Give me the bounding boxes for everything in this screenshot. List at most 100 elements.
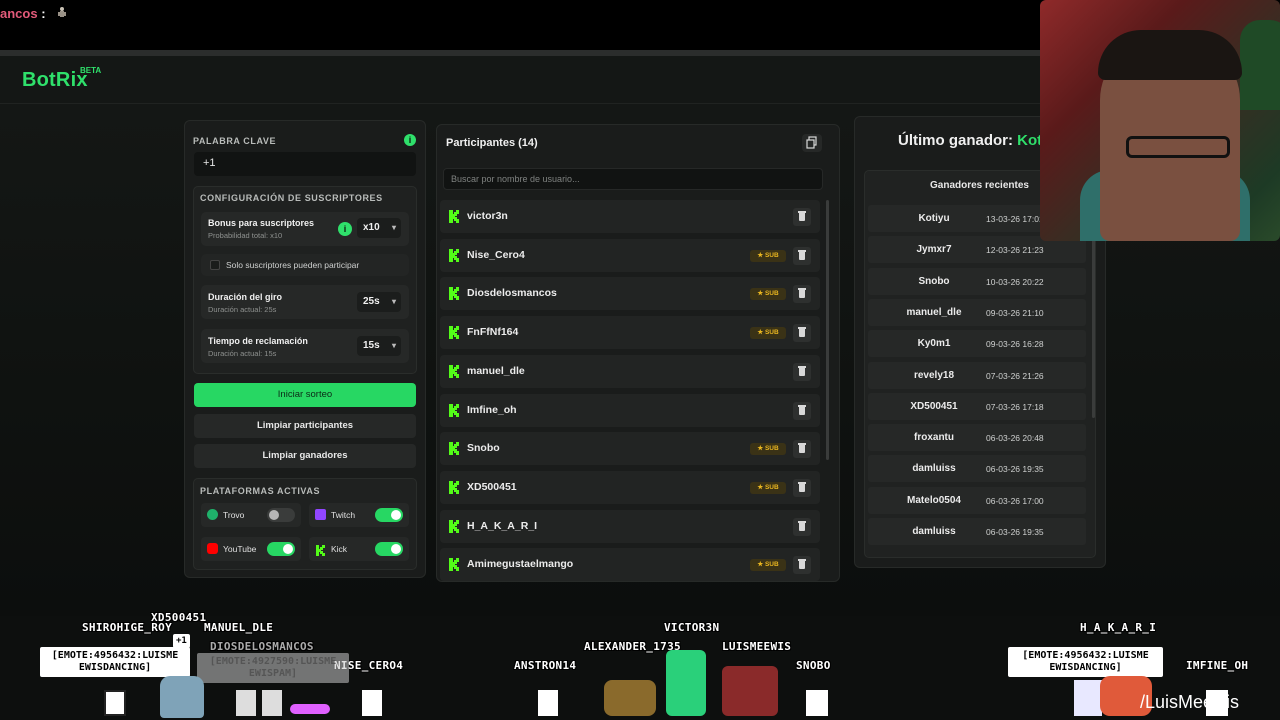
avatar-sprite [666,650,706,716]
participant-row[interactable]: victor3n [440,200,820,233]
trash-icon[interactable] [793,246,811,265]
avatar-sprite [262,690,282,716]
winner-row: damluiss 06-03-26 19:35 [868,518,1086,545]
winner-date: 12-03-26 21:23 [986,245,1044,256]
keyword-info-icon[interactable]: i [404,134,416,146]
chevron-down-icon: ▾ [391,223,396,232]
winner-name: manuel_dle [906,306,962,318]
winner-name: Matelo0504 [907,494,961,506]
winner-name: Kotiyu [918,213,950,224]
trash-icon[interactable] [793,324,811,343]
botrix-logo[interactable]: BotRix [22,69,88,92]
participant-row[interactable]: H_A_K_A_R_I [440,509,820,543]
participant-username: XD500451 [467,480,517,493]
winner-name: Snobo [918,275,950,287]
platform-kick: Kick [309,537,409,561]
overlay-name: ANSTRON14 [514,659,577,672]
kick-icon [315,543,326,556]
kick-icon [449,519,459,533]
claim-select[interactable]: 15s ▾ [357,336,401,356]
plus-one-bubble: +1 [173,634,190,648]
only-subs-label: Solo suscriptores pueden participar [226,260,360,270]
kick-icon [449,326,459,340]
avatar-sprite [362,690,382,716]
winner-row: revely18 07-03-26 21:26 [868,361,1086,389]
trash-icon[interactable] [793,208,811,226]
kick-icon [449,442,459,456]
claim-title: Tiempo de reclamación [208,336,308,346]
last-winner-name: Kot [1017,132,1043,149]
kick-icon [449,364,459,378]
kick-icon [449,210,459,223]
bonus-info-icon[interactable]: i [338,222,352,236]
winner-name: Jymxr7 [916,244,952,256]
platform-kick-label: Kick [331,544,348,554]
kick-toggle[interactable] [375,542,403,556]
twitch-icon [315,509,326,520]
bonus-title: Bonus para suscriptores [208,218,315,228]
spin-select[interactable]: 25s ▾ [357,292,401,312]
youtube-toggle[interactable] [267,542,295,556]
participants-scrollbar[interactable] [826,200,829,460]
claim-subtitle: Duración actual: 15s [208,349,277,358]
winner-row: manuel_dle 09-03-26 21:10 [868,298,1086,326]
trash-icon[interactable] [793,478,811,497]
trash-icon[interactable] [793,440,811,459]
overlay-name: VICTOR3N [664,621,720,634]
avatar-sprite [104,690,126,716]
trovo-toggle[interactable] [267,508,295,522]
bonus-select-value: x10 [363,222,380,233]
trash-icon[interactable] [793,517,811,536]
participant-row[interactable]: Snobo ★ SUB [440,432,820,466]
participant-row[interactable]: Nise_Cero4 ★ SUB [440,238,820,272]
only-subs-checkbox[interactable] [210,260,220,270]
clear-participants-button[interactable]: Limpiar participantes [194,414,416,438]
overlay-name: ALEXANDER_1735 [584,640,681,653]
trash-icon[interactable] [793,362,811,381]
last-winner-label: Último ganador: [898,132,1013,149]
claim-select-value: 15s [363,340,380,351]
participant-row[interactable]: Imfine_oh [440,393,820,427]
chat-line: ancos : [0,6,69,21]
start-raffle-button[interactable]: Iniciar sorteo [194,383,416,407]
clear-winners-button[interactable]: Limpiar ganadores [194,444,416,468]
last-winner-heading: Último ganador: Kot [898,132,1042,149]
avatar-sprite [806,690,828,716]
participant-row[interactable]: XD500451 ★ SUB [440,470,820,504]
chat-colon: : [41,6,46,21]
trash-icon[interactable] [793,285,811,304]
participant-username: victor3n [467,210,508,222]
keyword-input[interactable]: +1 [194,152,416,176]
sub-badge: ★ SUB [750,481,786,494]
participant-row[interactable]: Diosdelosmancos ★ SUB [440,277,820,311]
copy-icon [806,136,817,149]
participant-username: Imfine_oh [467,403,517,416]
trash-icon[interactable] [793,556,811,575]
sub-badge: ★ SUB [750,327,786,340]
recent-winners-title: Ganadores recientes [930,180,1029,191]
copy-button[interactable] [802,134,822,152]
kick-icon [449,403,459,417]
chevron-down-icon: ▾ [391,297,396,306]
participant-row[interactable]: manuel_dle [440,354,820,388]
trash-icon[interactable] [793,401,811,420]
bonus-subtitle: Probabilidad total: x10 [208,231,283,240]
participant-row[interactable]: FnFfNf164 ★ SUB [440,316,820,350]
winner-date: 06-03-26 17:00 [986,495,1044,506]
twitch-toggle[interactable] [375,508,403,522]
platform-twitch-label: Twitch [331,510,356,520]
bonus-select[interactable]: x10 ▾ [357,218,401,238]
chat-emote-icon [58,7,67,17]
platform-trovo: Trovo [201,503,301,527]
participant-row[interactable]: Amimegustaelmango ★ SUB [440,548,820,582]
search-input[interactable]: Buscar por nombre de usuario... [443,168,823,190]
winner-name: Ky0m1 [917,338,951,350]
platform-trovo-label: Trovo [223,510,245,520]
platforms-label: PLATAFORMAS ACTIVAS [200,486,321,496]
youtube-icon [207,543,218,554]
overlay-name: DIOSDELOSMANCOS [210,640,314,653]
slot-machine-sprite [722,666,778,716]
winner-name: damluiss [912,463,956,475]
sub-badge: ★ SUB [750,559,786,572]
winners-scrollbar[interactable] [1092,238,1095,418]
